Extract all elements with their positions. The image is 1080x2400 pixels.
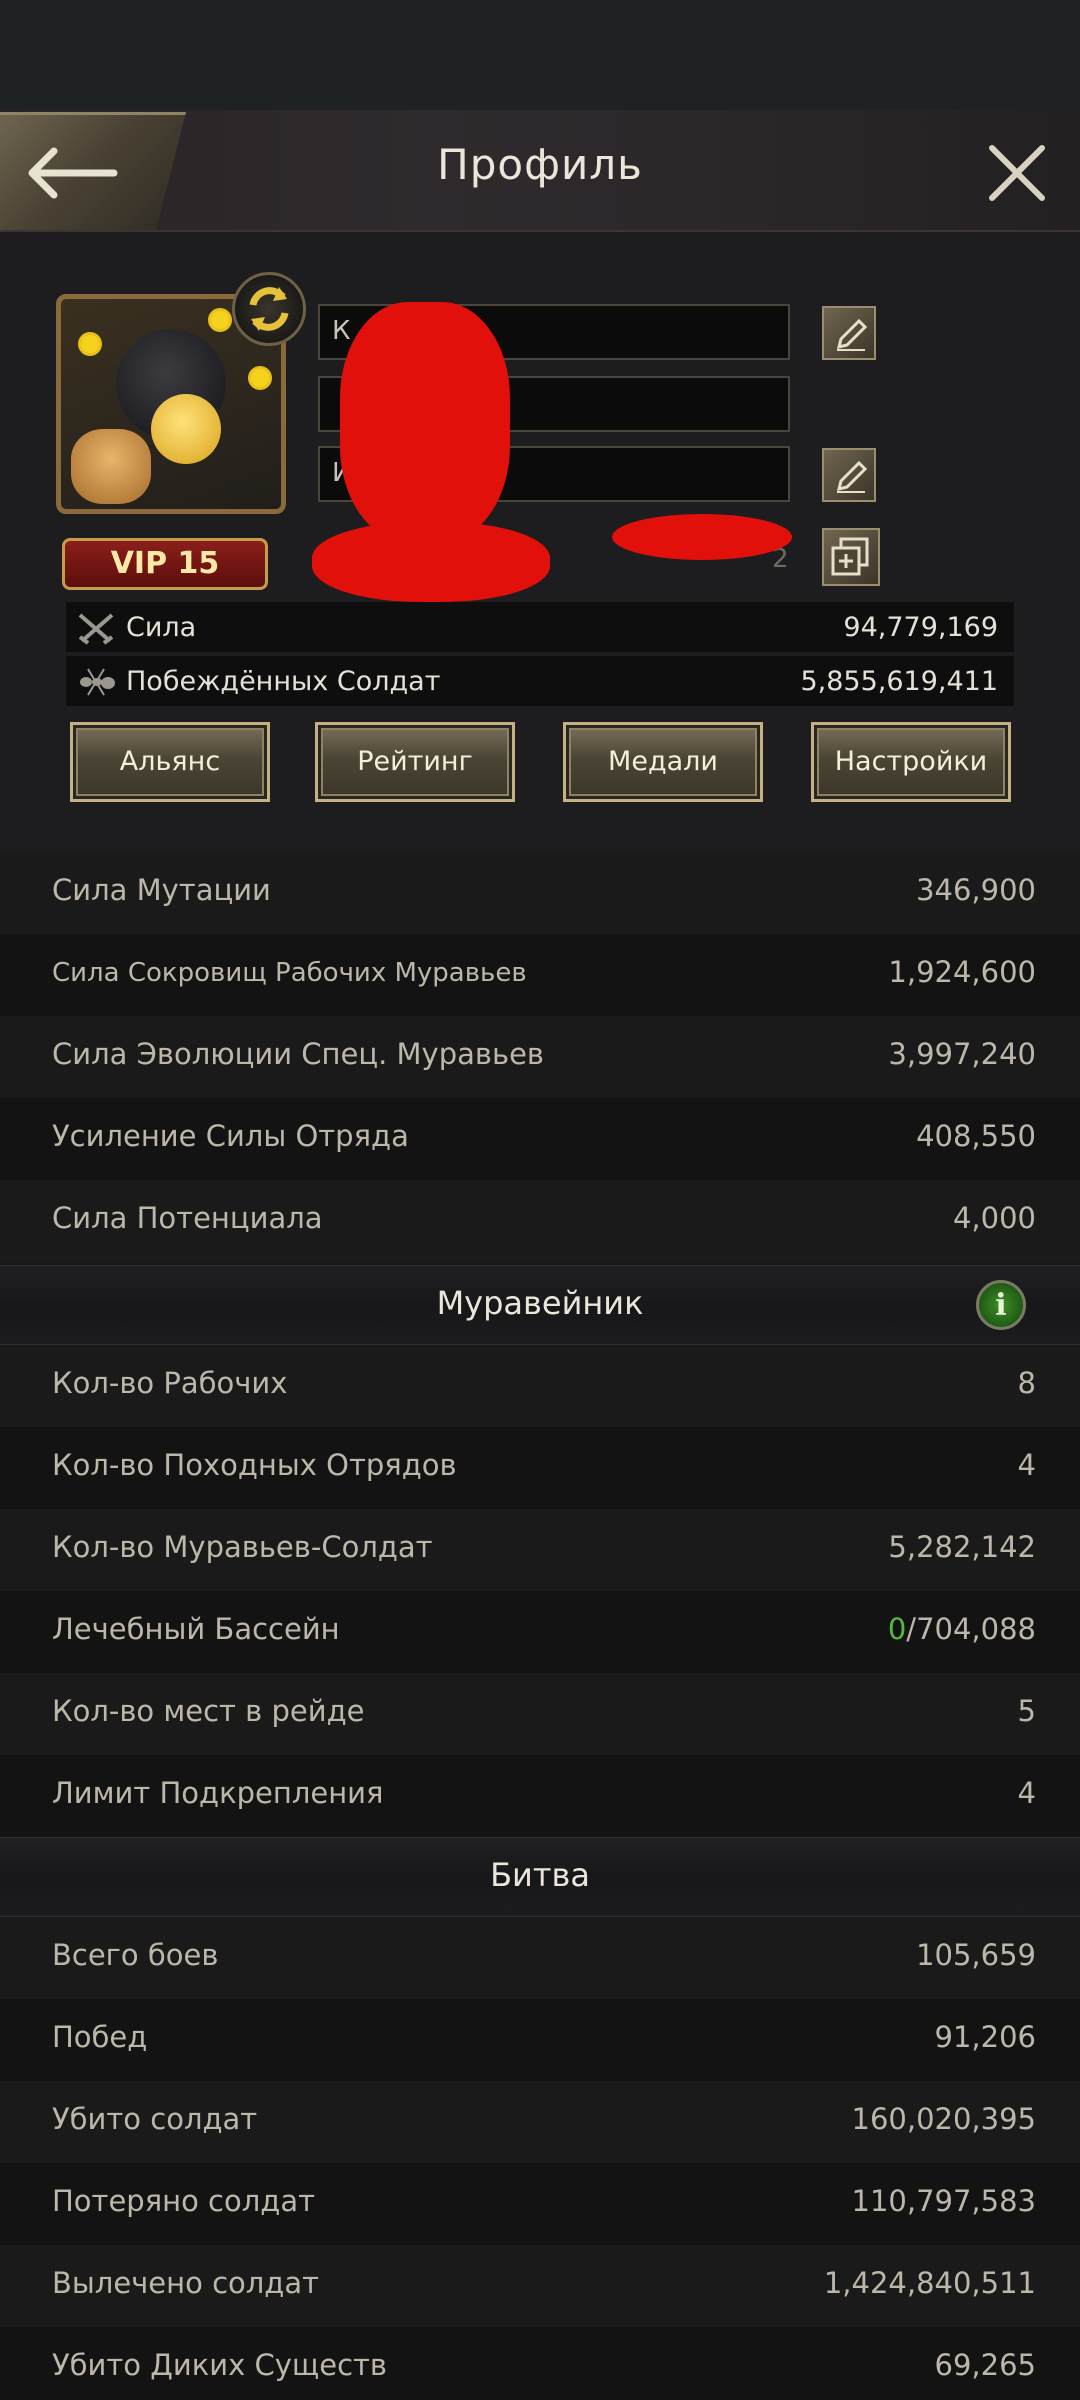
stat-value: 1,924,600 [888,955,1036,989]
battle-section-header: Битва [0,1837,1080,1917]
alliance-button[interactable]: Альянс [70,722,270,802]
stat-value: 110,797,583 [851,2184,1037,2218]
stat-label: Вылечено солдат [52,2266,320,2300]
status-bar [0,0,1080,110]
heal-pool-current: 0 [887,1612,907,1646]
defeated-strip: Побеждённых Солдат 5,855,619,411 [66,656,1014,706]
list-item: Кол-во Рабочих 8 [0,1345,1080,1427]
redaction-mark [612,514,792,560]
stat-label: Кол-во Муравьев-Солдат [52,1530,433,1564]
list-item: Вылечено солдат 1,424,840,511 [0,2245,1080,2327]
power-value: 94,779,169 [843,612,998,643]
stat-label: Всего боев [52,1938,219,1972]
header: Профиль [0,110,1080,232]
avatar-bear-image [71,429,151,504]
battle-stats-list: Всего боев 105,659 Побед 91,206 Убито со… [0,1917,1080,2400]
ant-icon [80,668,115,696]
list-item: Убито Диких Существ 69,265 [0,2327,1080,2400]
avatar-duck-image [151,394,221,464]
section-title: Муравейник [436,1284,644,1322]
pencil-icon [836,318,868,351]
heal-pool-max: /704,088 [906,1612,1036,1646]
stat-label: Сила Мутации [52,873,271,907]
list-item: Кол-во Муравьев-Солдат 5,282,142 [0,1509,1080,1591]
stat-value: 5,282,142 [888,1530,1036,1564]
stat-value: 5 [1017,1694,1036,1728]
power-label: Сила [126,612,197,643]
list-item: Побед 91,206 [0,1999,1080,2081]
list-item: Кол-во мест в рейде 5 [0,1673,1080,1755]
stat-value: 346,900 [916,873,1036,907]
info-icon: i [995,1288,1007,1323]
pencil-icon [836,460,868,493]
list-item: Кол-во Походных Отрядов 4 [0,1427,1080,1509]
stat-label: Потеряно солдат [52,2184,315,2218]
list-item: Сила Эволюции Спец. Муравьев 3,997,240 [0,1016,1080,1098]
close-icon [989,145,1045,201]
defeated-label: Побеждённых Солдат [126,666,441,697]
stat-value: 105,659 [916,1938,1036,1972]
page-title: Профиль [437,140,643,189]
stat-value: 160,020,395 [851,2102,1037,2136]
anthill-stats-list: Кол-во Рабочих 8 Кол-во Походных Отрядов… [0,1345,1080,1837]
ranking-button[interactable]: Рейтинг [315,722,515,802]
stat-value: 1,424,840,511 [823,2266,1036,2300]
list-item: Сила Потенциала 4,000 [0,1180,1080,1262]
list-item: Сила Сокровищ Рабочих Муравьев 1,924,600 [0,934,1080,1016]
stat-value: 4,000 [952,1201,1036,1235]
stat-value: 8 [1017,1366,1036,1400]
info-button[interactable]: i [976,1280,1026,1330]
stat-value: 3,997,240 [888,1037,1036,1071]
stat-label: Кол-во Рабочих [52,1366,288,1400]
redaction-mark [312,522,550,602]
list-item: Лечебный Бассейн 0/704,088 [0,1591,1080,1673]
power-stats-list: Сила Мутации 346,900 Сила Сокровищ Рабоч… [0,852,1080,1262]
power-strip: Сила 94,779,169 [66,602,1014,652]
list-item: Потеряно солдат 110,797,583 [0,2163,1080,2245]
flower-decoration [81,335,99,353]
section-title: Битва [490,1856,590,1894]
refresh-icon [249,287,289,331]
stat-label: Лимит Подкрепления [52,1776,384,1810]
stat-label: Кол-во Походных Отрядов [52,1448,457,1482]
stat-label: Усиление Силы Отряда [52,1119,409,1153]
stat-value: 91,206 [934,2020,1036,2054]
stat-label: Кол-во мест в рейде [52,1694,365,1728]
list-item: Убито солдат 160,020,395 [0,2081,1080,2163]
stat-label: Убито Диких Существ [52,2348,388,2382]
stat-label: Сила Сокровищ Рабочих Муравьев [52,958,527,988]
copy-id-button[interactable] [822,528,880,586]
list-item: Усиление Силы Отряда 408,550 [0,1098,1080,1180]
settings-button[interactable]: Настройки [811,722,1011,802]
redaction-mark [340,302,510,542]
stat-value: 4 [1017,1776,1036,1810]
stat-label: Лечебный Бассейн [52,1612,340,1646]
heal-pool-value: 0/704,088 [888,1612,1036,1646]
defeated-value: 5,855,619,411 [800,666,998,697]
stat-label: Сила Эволюции Спец. Муравьев [52,1037,545,1071]
list-item: Лимит Подкрепления 4 [0,1755,1080,1837]
flower-decoration [251,369,269,387]
profile-panel: VIP 15 К И Се 2 Сила 94,779,169 [0,232,1080,852]
stat-label: Сила Потенциала [52,1201,323,1235]
medals-button[interactable]: Медали [563,722,763,802]
edit-name-button[interactable] [822,306,876,360]
vip-badge[interactable]: VIP 15 [62,538,268,590]
stat-value: 408,550 [916,1119,1036,1153]
copy-icon [831,537,869,576]
edit-title-button[interactable] [822,448,876,502]
crossed-swords-icon [78,613,114,645]
list-item: Сила Мутации 346,900 [0,852,1080,934]
close-button[interactable] [988,144,1046,202]
stat-value: 69,265 [934,2348,1036,2382]
stat-label: Побед [52,2020,148,2054]
list-item: Всего боев 105,659 [0,1917,1080,1999]
stat-value: 4 [1017,1448,1036,1482]
flower-decoration [211,311,229,329]
change-avatar-button[interactable] [232,272,306,346]
anthill-section-header: Муравейник i [0,1265,1080,1345]
stat-label: Убито солдат [52,2102,258,2136]
